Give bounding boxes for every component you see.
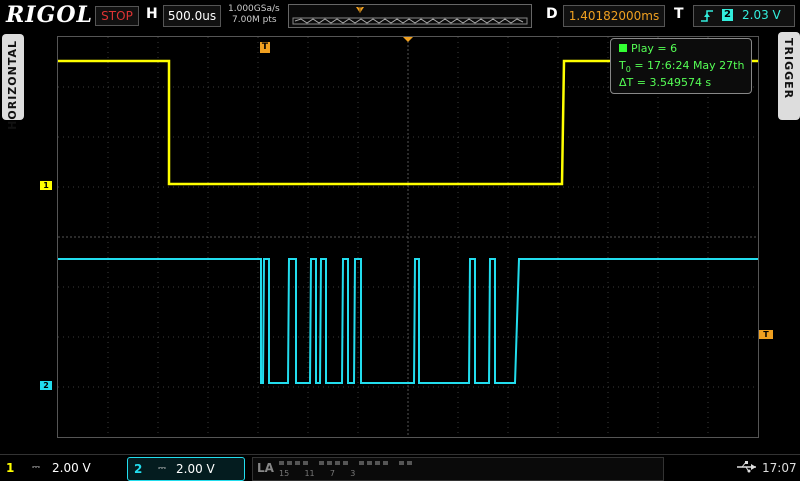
ch2-number: 2 (134, 462, 143, 476)
ch2-scale: 2.00 V (176, 462, 215, 476)
play-count: Play = 6 (631, 42, 678, 55)
t0-value: = 17:6:24 May 27th (630, 59, 745, 72)
waveform-grid (58, 37, 758, 437)
ch2-button[interactable]: 2 ⎓ 2.00 V (127, 457, 245, 481)
play-line: Play = 6 (619, 42, 677, 55)
memory-depth: 7.00M pts (232, 15, 277, 25)
la-channel-numbers: 15 11 7 3 (279, 469, 356, 478)
logic-analyzer-button[interactable]: LA 15 11 7 3 (252, 457, 664, 481)
status-bar: RIGOL STOP H 500.0us 1.000GSa/s 7.00M pt… (0, 0, 800, 30)
clock: 17:07 (762, 461, 797, 475)
play-indicator-icon (619, 44, 627, 52)
la-label: LA (257, 461, 274, 475)
t0-label: T (619, 59, 626, 72)
trigger-delay-value[interactable]: 1.40182000ms (563, 5, 665, 27)
waveform-display[interactable] (57, 36, 759, 438)
trigger-source-badge: 2 (722, 9, 733, 21)
trigger-label: T (674, 6, 684, 22)
memory-waveform-icon: T (292, 7, 528, 25)
svg-text:T: T (357, 7, 362, 14)
trigger-level-value: 2.03 V (742, 8, 781, 22)
timebase-value[interactable]: 500.0us (163, 5, 221, 27)
trigger-tab[interactable]: TRIGGER (778, 32, 800, 120)
center-trigger-marker (403, 37, 413, 42)
ch1-scale: 2.00 V (52, 461, 91, 475)
la-channel-indicators (279, 461, 412, 465)
delta-t: ΔT = 3.549574 s (619, 76, 712, 89)
channel-bar: 1 ⎓ 2.00 V 2 ⎓ 2.00 V LA 15 11 7 3 17:07 (0, 454, 800, 481)
trigger-position-marker[interactable]: T (260, 42, 270, 53)
run-stop-status[interactable]: STOP (95, 6, 139, 26)
horizontal-tab[interactable]: HORIZONTAL (2, 34, 24, 130)
ch1-button[interactable]: 1 ⎓ 2.00 V (6, 457, 116, 479)
sample-rate: 1.000GSa/s (228, 4, 280, 14)
memory-position-bar[interactable]: T (288, 4, 532, 28)
trigger-level-marker[interactable]: T (759, 330, 773, 339)
ch2-offset-marker[interactable]: 2 (40, 381, 52, 390)
trigger-tab-label: TRIGGER (782, 38, 795, 100)
usb-icon (737, 461, 756, 473)
t0-line: T0 = 17:6:24 May 27th (619, 59, 744, 74)
dc-coupling-icon: ⎓ (32, 462, 40, 473)
ch1-number: 1 (6, 461, 15, 475)
rising-edge-icon (701, 10, 713, 22)
delay-label: D (546, 6, 558, 22)
playback-info-box: Play = 6 T0 = 17:6:24 May 27th ΔT = 3.54… (610, 38, 752, 94)
horizontal-tab-label: HORIZONTAL (6, 40, 19, 130)
dc-coupling-icon: ⎓ (158, 463, 166, 474)
horizontal-label: H (146, 6, 158, 22)
brand-logo: RIGOL (6, 2, 93, 28)
ch1-offset-marker[interactable]: 1 (40, 181, 52, 190)
